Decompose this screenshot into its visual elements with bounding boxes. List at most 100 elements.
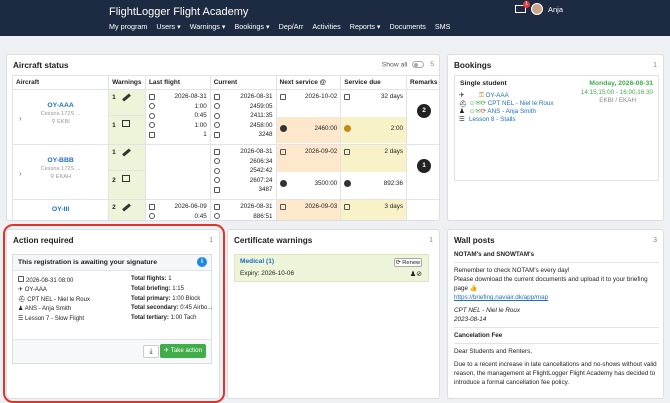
booking-student[interactable]: ☺✉⟳ ANS - Anja Smith — [469, 108, 536, 115]
aircraft-base: ⚲ EKAH — [50, 174, 72, 180]
calendar-icon — [148, 203, 155, 210]
table-row[interactable]: OY-AAA Cessna 172S ... ⚲ EKBI › 1 1 2026… — [11, 89, 439, 145]
certificate-warning-item[interactable]: Medical (1) Expiry: 2026-10-06 ⟳ Renew ♟… — [234, 254, 429, 282]
col-last-flight[interactable]: Last flight — [144, 75, 211, 90]
certificate-warnings-title: Certificate warnings — [234, 236, 313, 245]
current-value: 2607:24 — [249, 176, 273, 184]
col-service-due[interactable]: Service due — [340, 75, 408, 90]
timer-icon — [213, 112, 220, 119]
calendar-icon — [213, 93, 220, 100]
last-flight-value: 0:45 — [194, 212, 207, 220]
clock-icon — [344, 125, 352, 133]
renew-button[interactable]: ⟳ Renew — [394, 258, 422, 267]
show-all-toggle[interactable] — [412, 61, 425, 68]
next-service-date: 2026-09-02 — [305, 148, 338, 156]
mail-badge: 1 — [523, 1, 530, 8]
last-flight-value: 1 — [203, 131, 207, 139]
service-due-days: 32 days — [380, 93, 404, 101]
post-title: Cancelation Fee — [454, 332, 503, 339]
last-flight-value: 1:00 — [194, 121, 207, 129]
warnings-cell[interactable]: 2 — [108, 199, 146, 220]
post-text: Dear Students and Renters, — [454, 348, 533, 355]
nav-sms[interactable]: SMS — [435, 22, 451, 31]
wall-posts-list[interactable]: NOTAM's and SNOWTAM's Remember to check … — [454, 250, 659, 403]
remarks-cell[interactable] — [406, 199, 439, 220]
wrench-icon — [121, 93, 131, 102]
booking-instructor[interactable]: ☺✉⟳ CPT NEL - Niel le Roux — [469, 100, 554, 107]
nav-activities[interactable]: Activities — [312, 22, 340, 31]
nav-my-program[interactable]: My program — [109, 22, 147, 31]
aircraft-table: Aircraft Warnings Last flight Current Ne… — [11, 75, 439, 220]
col-remarks[interactable]: Remarks — [406, 75, 439, 90]
landing-icon — [148, 131, 155, 138]
timer-icon — [213, 103, 220, 110]
calendar-icon — [279, 93, 286, 100]
nav-bookings-label: Bookings — [234, 22, 265, 31]
current-date: 2026-08-31 — [240, 148, 273, 156]
col-aircraft[interactable]: Aircraft — [11, 75, 110, 90]
aircraft-status-panel: Aircraft status Show all 5 Aircraft Warn… — [6, 54, 440, 221]
col-warnings[interactable]: Warnings — [108, 75, 146, 90]
certificate-name[interactable]: Medical (1) — [240, 258, 274, 265]
warnings-cell[interactable]: 1 1 — [108, 89, 146, 145]
main-nav: My program Users ▾ Warnings ▾ Bookings ▾… — [109, 22, 450, 31]
timer-icon — [148, 213, 155, 220]
table-row[interactable]: OY-BBB Cessna 172S ... ⚲ EKAH › 1 2 2026… — [11, 144, 439, 200]
highlight-outline — [3, 224, 225, 403]
service-due-cell: 2 days 892:36 — [340, 144, 408, 200]
remarks-cell[interactable]: 2 — [406, 89, 439, 145]
current-value: 2542:42 — [249, 167, 273, 175]
table-row[interactable]: OY-III 2 2026-06-09 0:45 2026-08-31 886:… — [11, 199, 439, 220]
hangar-icon — [121, 175, 130, 182]
clock-icon — [344, 180, 352, 188]
aircraft-name[interactable]: OY-III — [16, 206, 105, 213]
booking-aircraft[interactable]: ⚿ OY-AAA — [479, 92, 509, 100]
calendar-icon — [148, 93, 155, 100]
certificate-warnings-panel: Certificate warnings 1 Medical (1) Expir… — [227, 229, 440, 399]
aircraft-base: ⚲ EKBI — [51, 119, 70, 125]
wall-posts-panel: Wall posts 3 NOTAM's and SNOWTAM's Remem… — [447, 229, 664, 399]
chevron-right-icon[interactable]: › — [19, 169, 22, 178]
remarks-bubble[interactable]: 2 — [417, 104, 432, 118]
block-user-icon[interactable]: ♟⊘ — [410, 270, 422, 278]
nav-warnings-label: Warnings — [189, 22, 220, 31]
user-name[interactable]: Anja — [548, 5, 563, 14]
booking-card[interactable]: Single student Monday, 2026-08-31 14:15,… — [454, 75, 659, 181]
calendar-icon — [344, 148, 351, 155]
nav-reports[interactable]: Reports ▾ — [350, 22, 381, 31]
calendar-icon — [279, 203, 286, 210]
warning-count: 1 — [112, 122, 116, 129]
nav-warnings[interactable]: Warnings ▾ — [190, 22, 226, 31]
warning-count: 2 — [112, 177, 116, 184]
service-due-days: 3 days — [384, 203, 404, 211]
booking-time: 14:15,15:00 - 16:00,16:30 — [580, 89, 653, 96]
last-flight-date: 2026-06-09 — [174, 203, 207, 211]
aircraft-name[interactable]: OY-BBB — [16, 157, 105, 164]
nav-reports-label: Reports — [349, 22, 375, 31]
nav-users[interactable]: Users ▾ — [156, 22, 180, 31]
col-next-service[interactable]: Next service @ — [275, 75, 342, 90]
last-flight-value: 0:45 — [194, 112, 207, 120]
chevron-right-icon[interactable]: › — [19, 114, 22, 123]
aircraft-cell[interactable]: OY-BBB Cessna 172S ... ⚲ EKAH › — [11, 144, 110, 200]
nav-dep-arr[interactable]: Dep/Arr — [279, 22, 304, 31]
nav-bookings[interactable]: Bookings ▾ — [234, 22, 269, 31]
post-date: 2023-08-14 — [454, 316, 487, 323]
remarks-bubble[interactable]: 1 — [417, 159, 432, 173]
avatar[interactable] — [531, 3, 543, 15]
aircraft-name[interactable]: OY-AAA — [16, 102, 105, 109]
aircraft-cell[interactable]: OY-AAA Cessna 172S ... ⚲ EKBI › — [11, 89, 110, 145]
col-current[interactable]: Current — [209, 75, 277, 90]
booking-lesson[interactable]: Lesson 8 - Stalls — [469, 116, 516, 123]
nav-documents[interactable]: Documents — [390, 22, 426, 31]
remarks-cell[interactable]: 1 — [406, 144, 439, 200]
calendar-icon — [213, 203, 220, 210]
certificate-warnings-count: 1 — [429, 237, 433, 244]
app-title[interactable]: FlightLogger Flight Academy — [109, 6, 248, 18]
current-value: 3248 — [258, 131, 273, 139]
mail-icon[interactable]: 1 — [515, 1, 530, 13]
aircraft-cell[interactable]: OY-III — [11, 199, 110, 220]
post-link[interactable]: https://briefing.naviair.dk/app/map — [454, 293, 659, 302]
clock-icon — [279, 180, 287, 188]
warnings-cell[interactable]: 1 2 — [108, 144, 146, 200]
